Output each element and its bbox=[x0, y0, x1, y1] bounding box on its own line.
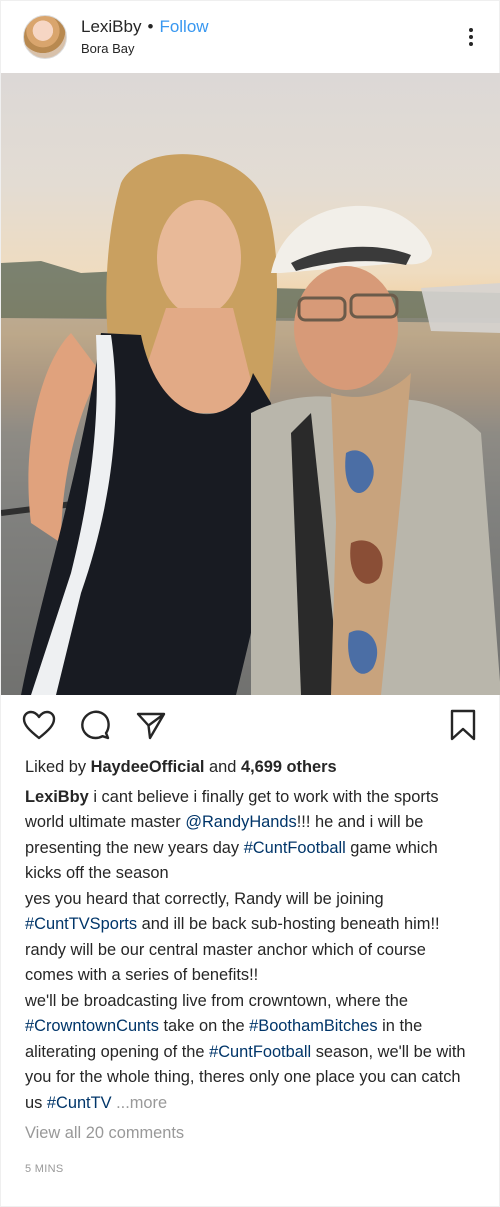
post-photo[interactable] bbox=[1, 73, 500, 695]
action-left-group bbox=[21, 707, 445, 743]
caption-text: yes you heard that correctly, Randy will… bbox=[25, 889, 384, 908]
post-header: LexiBby • Follow Bora Bay bbox=[1, 1, 499, 73]
separator-dot: • bbox=[147, 17, 154, 36]
caption-text: take on the bbox=[158, 1017, 250, 1035]
caption-paragraph-2: yes you heard that correctly, Randy will… bbox=[25, 887, 477, 989]
post-content: Liked by HaydeeOfficial and 4,699 others… bbox=[1, 755, 499, 1182]
username-link[interactable]: LexiBby bbox=[81, 17, 141, 37]
caption: LexiBby i cant believe i finally get to … bbox=[25, 785, 477, 1117]
hashtag-link[interactable]: #BoothamBitches bbox=[249, 1017, 377, 1035]
caption-paragraph-3: we'll be broadcasting live from crowntow… bbox=[25, 989, 477, 1117]
more-vertical-icon[interactable] bbox=[459, 22, 483, 52]
view-comments-link[interactable]: View all 20 comments bbox=[25, 1121, 477, 1147]
comment-icon[interactable] bbox=[77, 707, 113, 743]
caption-more-link[interactable]: ...more bbox=[112, 1094, 167, 1112]
user-line: LexiBby • Follow bbox=[81, 17, 459, 37]
heart-icon[interactable] bbox=[21, 707, 57, 743]
post-timestamp: 5 MINS bbox=[25, 1162, 64, 1175]
hashtag-link[interactable]: #CrowntownCunts bbox=[25, 1017, 159, 1035]
user-block: LexiBby • Follow Bora Bay bbox=[81, 17, 459, 57]
likes-line: Liked by HaydeeOfficial and 4,699 others bbox=[25, 755, 477, 781]
caption-paragraph-1: LexiBby i cant believe i finally get to … bbox=[25, 785, 477, 887]
follow-button[interactable]: Follow bbox=[159, 17, 208, 37]
photo-scene bbox=[1, 154, 500, 695]
likes-count-link[interactable]: 4,699 others bbox=[241, 758, 337, 776]
mention-link[interactable]: @RandyHands bbox=[185, 813, 296, 831]
caption-author-link[interactable]: LexiBby bbox=[25, 788, 89, 806]
bookmark-icon[interactable] bbox=[445, 707, 481, 743]
action-bar bbox=[1, 695, 499, 755]
liked-by-user-link[interactable]: HaydeeOfficial bbox=[91, 758, 205, 776]
hashtag-link[interactable]: #CuntTVSports bbox=[25, 915, 137, 933]
caption-text: we'll be broadcasting live from crowntow… bbox=[25, 991, 409, 1010]
likes-middle: and bbox=[204, 758, 241, 776]
share-icon[interactable] bbox=[133, 707, 169, 743]
avatar[interactable] bbox=[23, 15, 67, 59]
hashtag-link[interactable]: #CuntTV bbox=[47, 1094, 112, 1112]
instagram-post: LexiBby • Follow Bora Bay Liked by Hayde… bbox=[0, 0, 500, 1207]
location-link[interactable]: Bora Bay bbox=[81, 41, 459, 57]
hashtag-link[interactable]: #CuntFootball bbox=[209, 1043, 311, 1061]
hashtag-link[interactable]: #CuntFootball bbox=[244, 839, 346, 857]
likes-prefix: Liked by bbox=[25, 758, 91, 776]
